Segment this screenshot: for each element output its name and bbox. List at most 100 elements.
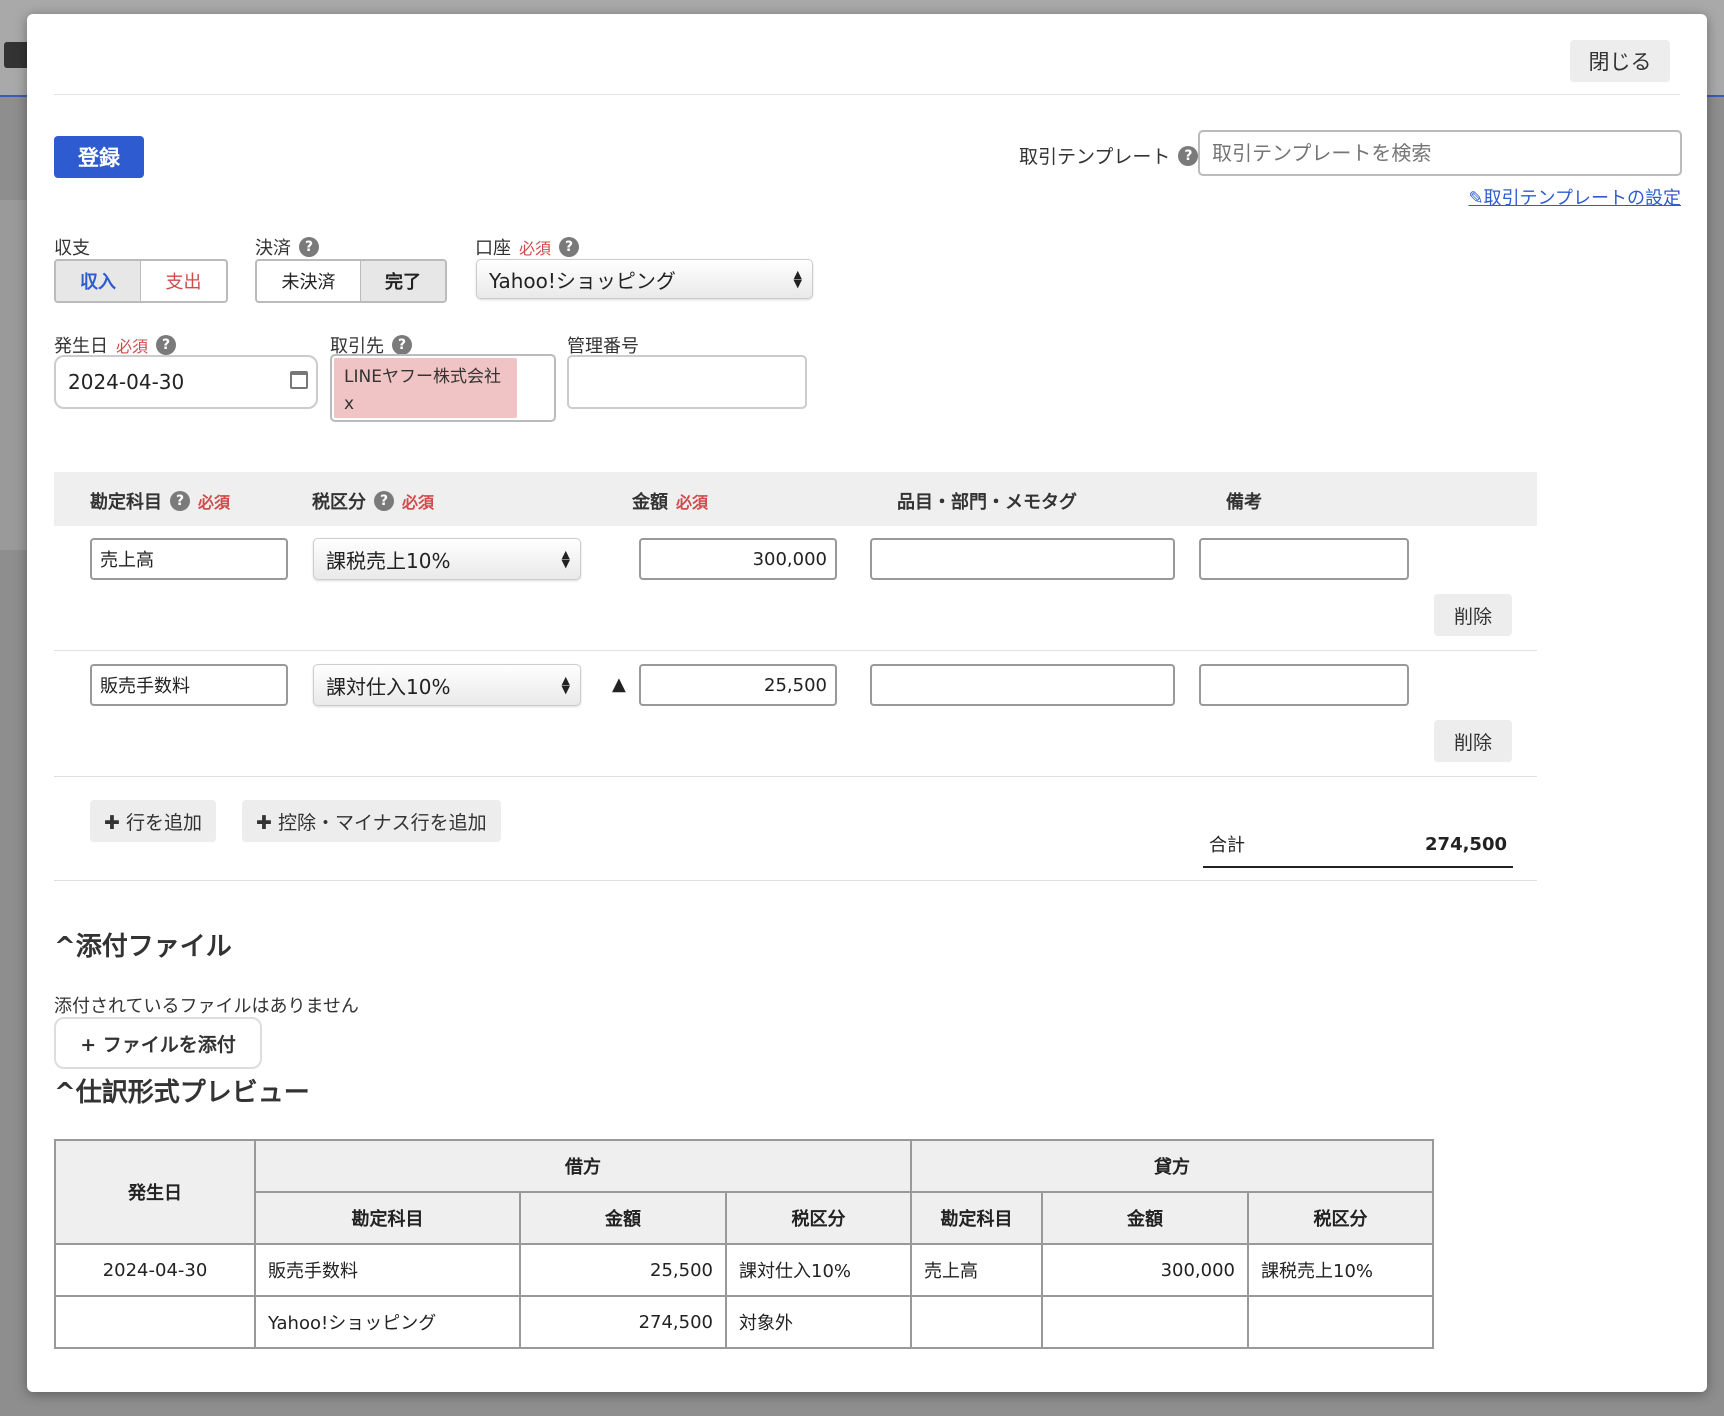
- col-date: 発生日: [54, 1139, 256, 1245]
- template-settings-text: 取引テンプレートの設定: [1483, 188, 1681, 209]
- settlement-toggle: 未決済 完了: [255, 259, 447, 303]
- col-debit-tax: 税区分: [725, 1191, 912, 1245]
- settlement-label: 決済 ?: [255, 234, 319, 260]
- line-2-tags-input[interactable]: [870, 664, 1175, 706]
- partner-tag-label: LINEヤフー株式会社: [344, 367, 501, 387]
- template-settings-link[interactable]: ✎取引テンプレートの設定: [1468, 184, 1681, 210]
- cell-debit-amount: 25,500: [519, 1243, 727, 1297]
- total-row: 合計 274,500: [1203, 822, 1513, 868]
- line-divider: [54, 776, 1537, 777]
- template-search-input[interactable]: [1198, 130, 1682, 176]
- attach-file-button[interactable]: + ファイルを添付: [54, 1017, 262, 1069]
- background-page-content: [0, 200, 30, 550]
- cell-credit-tax: [1247, 1295, 1434, 1349]
- header-account-text: 勘定科目: [90, 492, 162, 513]
- col-credit: 貸方: [910, 1139, 1434, 1193]
- account-label: 口座 必須 ?: [475, 234, 580, 260]
- header-tags-text: 品目・部門・メモタグ: [897, 492, 1077, 513]
- table-row: Yahoo!ショッピング 274,500 対象外: [54, 1295, 1434, 1349]
- partner-input[interactable]: LINEヤフー株式会社 x: [330, 354, 556, 422]
- help-icon[interactable]: ?: [170, 491, 190, 511]
- line-1-delete-button[interactable]: 削除: [1434, 594, 1512, 636]
- add-row-label: 行を追加: [125, 811, 202, 834]
- cell-credit-amount: 300,000: [1041, 1243, 1249, 1297]
- cell-credit-tax: 課税売上10%: [1247, 1243, 1434, 1297]
- cell-debit-amount: 274,500: [519, 1295, 727, 1349]
- help-icon[interactable]: ?: [156, 335, 177, 355]
- required-mark: 必須: [676, 493, 709, 512]
- line-2-amount-input[interactable]: 25,500: [639, 664, 837, 706]
- add-minus-row-button[interactable]: ✚ 控除・マイナス行を追加: [242, 800, 501, 842]
- no-files-text: 添付されているファイルはありません: [54, 996, 359, 1017]
- line-2-tax-select[interactable]: 課対仕入10% ▲ ▼: [313, 664, 581, 706]
- help-icon[interactable]: ?: [392, 335, 412, 355]
- line-2-note-input[interactable]: [1199, 664, 1409, 706]
- expense-option[interactable]: 支出: [141, 261, 226, 301]
- help-icon[interactable]: ?: [559, 237, 580, 257]
- line-1-tax-value: 課税売上10%: [326, 548, 451, 573]
- line-1-account-value: 売上高: [100, 550, 154, 571]
- header-divider: [54, 94, 1680, 95]
- account-select[interactable]: Yahoo!ショッピング ▲ ▼: [476, 259, 813, 299]
- line-1-amount-input[interactable]: 300,000: [639, 538, 837, 580]
- account-value: Yahoo!ショッピング: [489, 268, 676, 293]
- attachments-toggle[interactable]: ^添付ファイル: [54, 926, 232, 963]
- header-note: 備考: [1226, 488, 1262, 514]
- total-label: 合計: [1209, 835, 1245, 856]
- help-icon[interactable]: ?: [299, 237, 319, 257]
- date-value: 2024-04-30: [68, 370, 185, 394]
- line-1-account-input[interactable]: 売上高: [90, 538, 288, 580]
- required-mark: 必須: [198, 493, 231, 512]
- date-input[interactable]: 2024-04-30: [54, 355, 318, 409]
- transaction-modal: 閉じる 登録 取引テンプレート ? ✎取引テンプレートの設定 収支 収入 支出 …: [27, 14, 1707, 1392]
- line-items-header: 勘定科目 ? 必須 税区分 ? 必須 金額 必須 品目・部門・メモタグ 備考: [54, 472, 1537, 526]
- line-1-note-input[interactable]: [1199, 538, 1409, 580]
- select-arrows-icon: ▲ ▼: [561, 674, 570, 696]
- header-tax-text: 税区分: [312, 492, 366, 513]
- line-1-tags-input[interactable]: [870, 538, 1175, 580]
- minus-triangle-icon: ▲: [612, 674, 626, 695]
- select-arrows-icon: ▲ ▼: [561, 548, 570, 570]
- attachments-title: 添付ファイル: [75, 932, 232, 962]
- preview-title: 仕訳形式プレビュー: [75, 1078, 310, 1108]
- cell-credit-account: 売上高: [910, 1243, 1043, 1297]
- add-row-button[interactable]: ✚ 行を追加: [90, 800, 216, 842]
- cell-debit-account: Yahoo!ショッピング: [254, 1295, 521, 1349]
- col-credit-amount: 金額: [1041, 1191, 1249, 1245]
- partner-tag-remove[interactable]: x: [344, 391, 507, 418]
- journal-preview-table: 発生日 借方 貸方 勘定科目 金額 税区分 勘定科目 金額 税区分 2024-0…: [54, 1139, 1434, 1349]
- template-label: 取引テンプレート ?: [1019, 142, 1199, 169]
- cell-debit-tax: 対象外: [725, 1295, 912, 1349]
- required-mark: 必須: [402, 493, 435, 512]
- header-tags: 品目・部門・メモタグ: [897, 488, 1077, 514]
- plus-icon: ✚: [104, 811, 120, 834]
- col-debit: 借方: [254, 1139, 912, 1193]
- control-number-input[interactable]: [567, 355, 807, 409]
- add-minus-row-label: 控除・マイナス行を追加: [277, 811, 487, 834]
- col-debit-account: 勘定科目: [254, 1191, 521, 1245]
- help-icon[interactable]: ?: [374, 491, 394, 511]
- settled-option[interactable]: 完了: [360, 261, 445, 301]
- chevron-up-icon: ^: [54, 932, 76, 962]
- line-2-account-input[interactable]: 販売手数料: [90, 664, 288, 706]
- unsettled-option[interactable]: 未決済: [257, 261, 361, 301]
- col-credit-tax: 税区分: [1247, 1191, 1434, 1245]
- line-1-tax-select[interactable]: 課税売上10% ▲ ▼: [313, 538, 581, 580]
- account-label-text: 口座: [475, 238, 511, 259]
- table-row: 2024-04-30 販売手数料 25,500 課対仕入10% 売上高 300,…: [54, 1243, 1434, 1297]
- income-option[interactable]: 収入: [56, 261, 141, 301]
- attach-file-label: ファイルを添付: [102, 1033, 236, 1056]
- cell-credit-amount: [1041, 1295, 1249, 1349]
- line-2-delete-button[interactable]: 削除: [1434, 720, 1512, 762]
- required-mark: 必須: [116, 337, 149, 356]
- line-1-amount-value: 300,000: [752, 548, 827, 570]
- calendar-icon[interactable]: [290, 371, 308, 389]
- help-icon[interactable]: ?: [1178, 145, 1199, 166]
- col-debit-amount: 金額: [519, 1191, 727, 1245]
- select-arrows-icon: ▲ ▼: [793, 268, 802, 290]
- header-tax: 税区分 ? 必須: [312, 488, 434, 514]
- preview-toggle[interactable]: ^仕訳形式プレビュー: [54, 1072, 310, 1109]
- close-button[interactable]: 閉じる: [1570, 40, 1670, 82]
- plus-icon: +: [80, 1033, 97, 1056]
- register-button[interactable]: 登録: [54, 136, 144, 178]
